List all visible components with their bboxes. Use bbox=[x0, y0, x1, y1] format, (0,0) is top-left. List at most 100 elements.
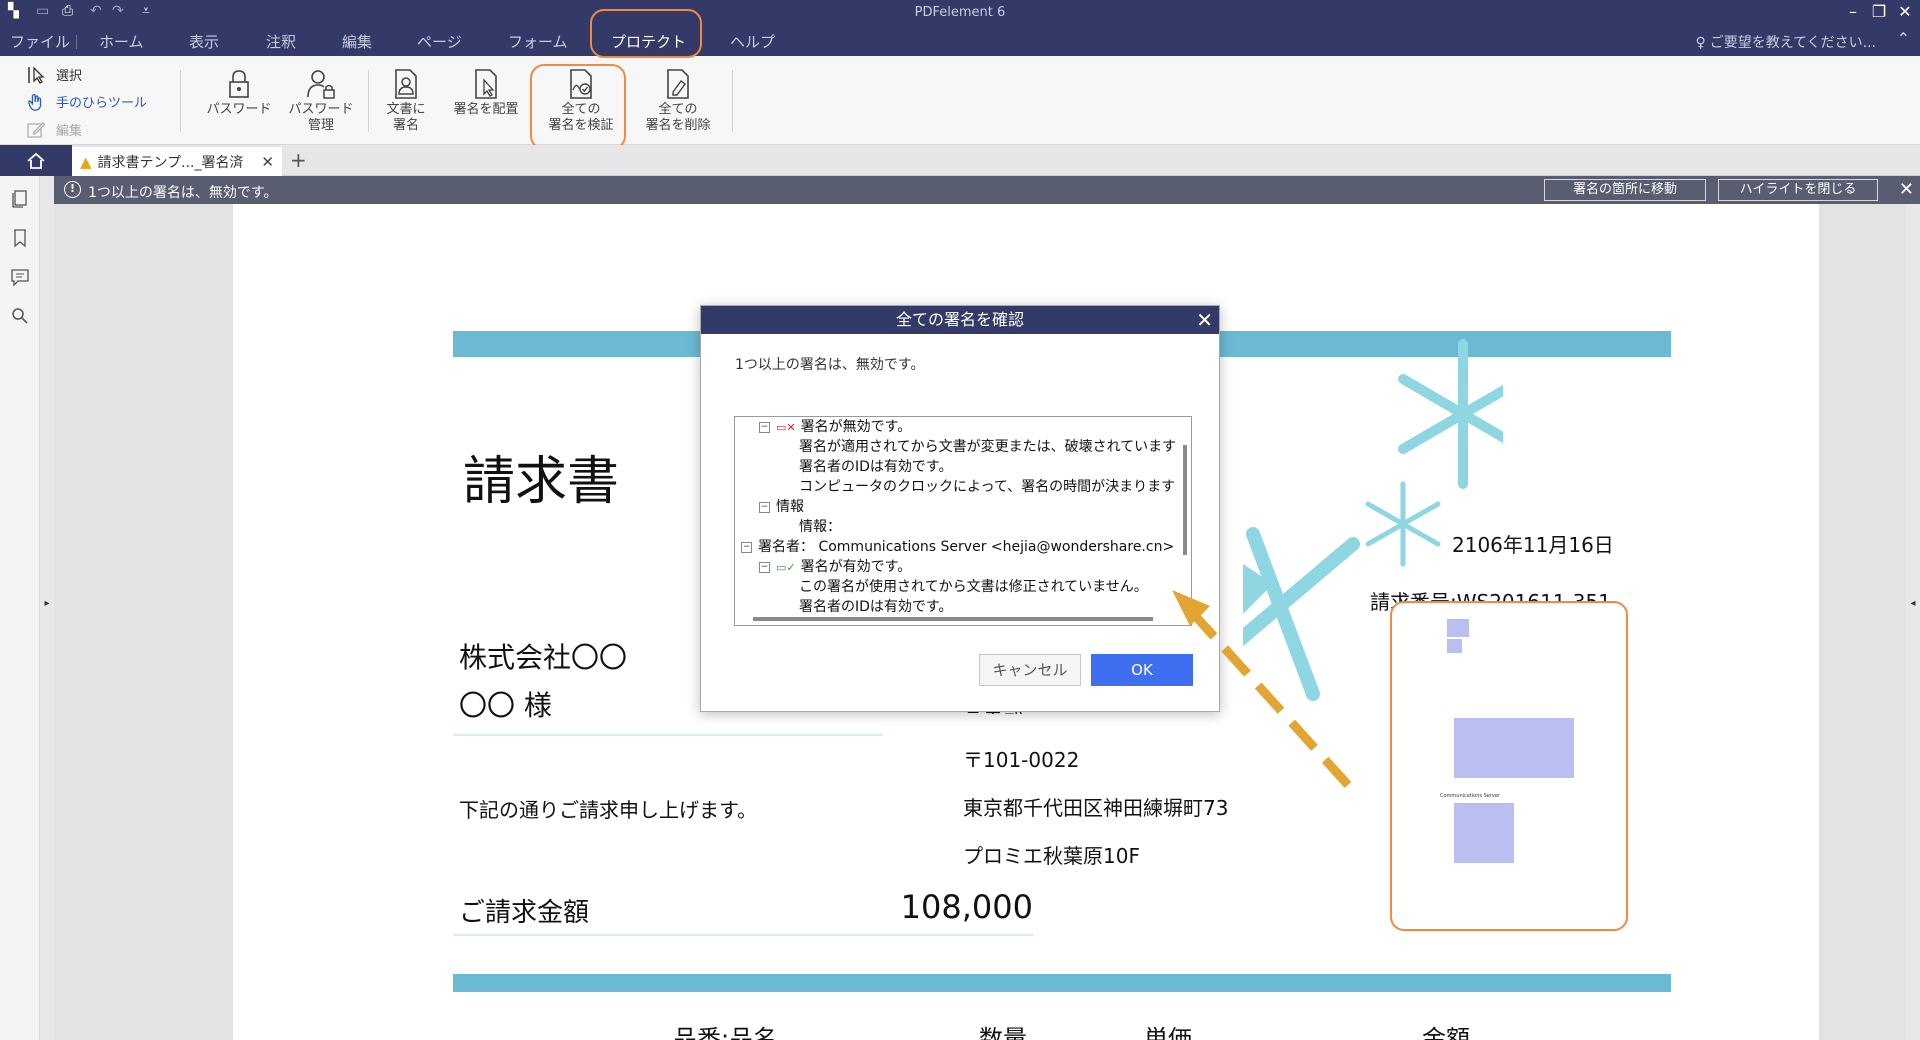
edit-tool[interactable]: 編集 bbox=[26, 120, 82, 139]
company-name: 株式会社〇〇 bbox=[459, 641, 628, 674]
menu-form[interactable]: フォーム bbox=[508, 31, 568, 52]
postal-code: 〒101-0022 bbox=[963, 748, 1080, 772]
tree-collapse-icon[interactable]: − bbox=[759, 501, 770, 513]
menu-page[interactable]: ページ bbox=[417, 31, 462, 52]
tree-horizontal-scrollbar[interactable] bbox=[753, 617, 1153, 621]
document-tab[interactable]: ▲ 請求書テンプ..._署名済 ✕ bbox=[72, 147, 282, 176]
place-signature-button[interactable]: 署名を配置 bbox=[443, 68, 529, 118]
lock-icon bbox=[229, 70, 249, 98]
greeting-text: 下記の通りご請求申し上げます。 bbox=[459, 798, 757, 822]
valid-signature-icon: ▭✓ bbox=[776, 561, 796, 574]
bookmark-icon[interactable] bbox=[10, 228, 30, 248]
signature-field-highlight[interactable]: Communications Server bbox=[1390, 601, 1628, 931]
signature-caption: Communications Server bbox=[1440, 793, 1500, 799]
menu-bar: ファイル ホーム 表示 注釈 編集 ページ フォーム プロテクト ヘルプ ♀ ご要… bbox=[0, 27, 1920, 56]
tree-collapse-icon[interactable]: − bbox=[759, 561, 770, 573]
tree-collapse-icon[interactable]: − bbox=[741, 541, 752, 553]
signature-mark bbox=[1447, 639, 1462, 653]
ribbon: 選択 手のひらツール 編集 パスワード パスワード 管理 文書に 署名 署名を配… bbox=[0, 56, 1920, 145]
amount-label: ご請求金額 bbox=[459, 898, 590, 928]
home-tab[interactable] bbox=[0, 145, 72, 176]
add-tab-icon[interactable]: + bbox=[290, 148, 307, 172]
menu-comment[interactable]: 注釈 bbox=[266, 31, 296, 52]
sign-document-button[interactable]: 文書に 署名 bbox=[363, 68, 449, 134]
document-tab-label: 請求書テンプ..._署名済 bbox=[97, 154, 244, 171]
place-signature-icon bbox=[475, 69, 497, 99]
ribbon-divider bbox=[732, 70, 733, 132]
thumbnails-icon[interactable] bbox=[10, 188, 30, 208]
tree-node: コンピュータのクロックによって、署名の時間が決まります bbox=[799, 479, 1176, 495]
verify-signatures-dialog: 全ての署名を確認 ✕ 1つ以上の署名は、無効です。 − ▭✕ 署名が無効です。 署名… bbox=[700, 305, 1220, 712]
tree-node[interactable]: − 情報 bbox=[759, 497, 804, 517]
signature-image bbox=[1454, 803, 1514, 863]
tree-node-label: 情報 bbox=[776, 499, 804, 515]
lightbulb-icon: ♀ bbox=[1695, 35, 1706, 51]
sign-document-icon bbox=[395, 69, 417, 99]
cancel-button[interactable]: キャンセル bbox=[979, 654, 1081, 686]
menu-view[interactable]: 表示 bbox=[189, 31, 219, 52]
signature-warning-bar: ! 1つ以上の署名は、無効です。 署名の箇所に移動 ハイライトを閉じる ✕ bbox=[54, 176, 1920, 204]
password-manage-button[interactable]: パスワード 管理 bbox=[278, 68, 364, 134]
collapse-ribbon-icon[interactable]: ⌃ bbox=[1897, 29, 1910, 48]
tree-node[interactable]: − ▭✕ 署名が無効です。 bbox=[759, 417, 911, 438]
warning-icon: ▲ bbox=[80, 152, 92, 171]
menu-divider bbox=[76, 35, 77, 49]
ok-button[interactable]: OK bbox=[1091, 654, 1193, 686]
feedback-link[interactable]: ♀ ご要望を教えてください... bbox=[1696, 32, 1877, 52]
sign-document-label-1: 文書に bbox=[386, 102, 426, 117]
edit-pencil-icon bbox=[27, 121, 46, 138]
delete-signature-icon bbox=[667, 69, 689, 99]
invalid-signature-icon: ▭✕ bbox=[776, 421, 796, 434]
window-title: PDFelement 6 bbox=[914, 5, 1006, 20]
delete-all-label-1: 全ての bbox=[658, 102, 698, 117]
signature-tree[interactable]: − ▭✕ 署名が無効です。 署名が適用されてから文書が変更または、破壊されています … bbox=[734, 416, 1192, 626]
delete-all-signatures-button[interactable]: 全ての 署名を削除 bbox=[635, 68, 721, 134]
tree-collapse-icon[interactable]: − bbox=[759, 421, 770, 433]
warning-message: 1つ以上の署名は、無効です。 bbox=[88, 185, 278, 201]
select-tool[interactable]: 選択 bbox=[26, 65, 82, 84]
minimize-icon[interactable]: – bbox=[1842, 2, 1864, 21]
invoice-title: 請求書 bbox=[463, 452, 620, 512]
protect-tab-highlight bbox=[590, 9, 702, 58]
home-icon bbox=[27, 152, 45, 169]
customer-underline bbox=[453, 734, 883, 736]
dialog-close-icon[interactable]: ✕ bbox=[1196, 306, 1213, 334]
right-panel-toggle-icon[interactable]: ◂ bbox=[1906, 598, 1920, 609]
column-item: 品番:品名 bbox=[673, 1025, 778, 1040]
place-signature-label: 署名を配置 bbox=[453, 102, 519, 117]
close-notification-icon[interactable]: ✕ bbox=[1899, 179, 1914, 200]
comment-icon[interactable] bbox=[10, 267, 30, 287]
document-tab-bar: ▲ 請求書テンプ..._署名済 ✕ + bbox=[0, 145, 1920, 176]
password-label: パスワード bbox=[206, 102, 272, 117]
amount-value: 108,000 bbox=[900, 888, 1033, 926]
customer-name: 〇〇 様 bbox=[459, 689, 552, 722]
menu-help[interactable]: ヘルプ bbox=[730, 31, 775, 52]
tree-vertical-scrollbar[interactable] bbox=[1183, 445, 1187, 555]
restore-icon[interactable]: ❐ bbox=[1868, 2, 1890, 21]
tree-node[interactable]: − 署名者： Communications Server <hejia@wonde… bbox=[741, 537, 1174, 557]
menu-edit[interactable]: 編集 bbox=[342, 31, 372, 52]
tree-node-label: 署名者： Communications Server <hejia@wonder… bbox=[758, 539, 1175, 555]
menu-home[interactable]: ホーム bbox=[99, 31, 144, 52]
password-button[interactable]: パスワード bbox=[196, 68, 282, 118]
verify-button-highlight bbox=[530, 64, 626, 150]
delete-all-label-2: 署名を削除 bbox=[645, 118, 711, 133]
close-tab-icon[interactable]: ✕ bbox=[261, 153, 274, 171]
dialog-message: 1つ以上の署名は、無効です。 bbox=[735, 357, 925, 373]
goto-signature-button[interactable]: 署名の箇所に移動 bbox=[1544, 179, 1706, 201]
tree-node[interactable]: − ▭✓ 署名が有効です。 bbox=[759, 557, 911, 578]
hand-tool[interactable]: 手のひらツール bbox=[26, 92, 147, 111]
dialog-title: 全ての署名を確認 bbox=[701, 306, 1219, 334]
select-tool-label: 選択 bbox=[56, 69, 83, 84]
signature-mark bbox=[1447, 619, 1469, 637]
ribbon-divider bbox=[180, 70, 181, 132]
tree-node-label: 署名が有効です。 bbox=[800, 559, 912, 575]
column-unit-price: 単価 bbox=[1144, 1025, 1192, 1040]
close-highlight-button[interactable]: ハイライトを閉じる bbox=[1718, 179, 1878, 201]
close-window-icon[interactable]: ✕ bbox=[1894, 2, 1916, 21]
search-icon[interactable] bbox=[10, 306, 30, 326]
pdfelement-window: ▚ ▭ ⎙ ↶ ↷ ⩡ PDFelement 6 – ❐ ✕ ファイル ホーム … bbox=[0, 0, 1920, 1040]
menu-file[interactable]: ファイル bbox=[10, 31, 70, 52]
tree-node: 署名者のIDは有効です。 bbox=[799, 459, 953, 475]
left-panel-toggle-icon[interactable]: ▸ bbox=[40, 598, 54, 609]
